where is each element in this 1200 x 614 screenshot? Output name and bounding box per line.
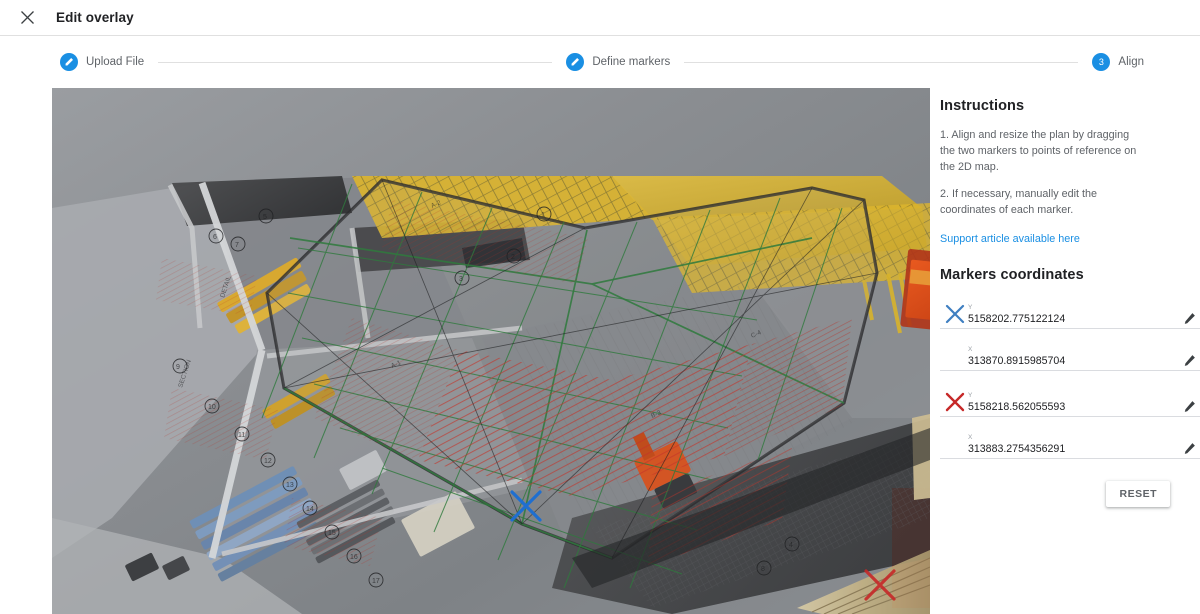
marker1-y-label: Y xyxy=(968,304,973,311)
step-number-badge: 3 xyxy=(1092,53,1111,71)
pencil-edit-icon xyxy=(1183,312,1196,325)
pencil-edit-icon xyxy=(1183,400,1196,413)
svg-text:8: 8 xyxy=(761,566,765,573)
close-button[interactable] xyxy=(14,5,40,31)
titlebar: Edit overlay xyxy=(0,0,1200,36)
marker1-x-field-row[interactable]: X xyxy=(940,341,1200,371)
content-area: 9 10 11 12 13 14 15 16 17 6 75 32 18 4 A-2 A-… xyxy=(0,88,1200,614)
svg-text:15: 15 xyxy=(328,530,336,537)
marker1-x-input[interactable] xyxy=(968,355,1180,368)
instructions-heading: Instructions xyxy=(940,98,1025,114)
marker-group-2: Y X xyxy=(940,387,1200,459)
svg-text:16: 16 xyxy=(350,554,358,561)
marker2-x-input[interactable] xyxy=(968,443,1180,456)
marker-group-1: Y X xyxy=(940,299,1200,371)
step-connector-2 xyxy=(684,61,1079,63)
close-icon xyxy=(20,10,35,25)
instruction-step-1: 1. Align and resize the plan by dragging… xyxy=(940,129,1137,173)
wizard-stepper: Upload File Define markers 3 Align xyxy=(0,36,1200,88)
page-title: Edit overlay xyxy=(56,10,134,25)
svg-text:11: 11 xyxy=(238,432,245,439)
svg-text:7: 7 xyxy=(235,242,239,249)
marker1-x-label: X xyxy=(968,346,973,353)
map-viewport[interactable]: 9 10 11 12 13 14 15 16 17 6 75 32 18 4 A-2 A-… xyxy=(52,88,930,614)
step-label-upload-file: Upload File xyxy=(86,56,145,68)
svg-text:9: 9 xyxy=(176,364,180,371)
svg-text:6: 6 xyxy=(213,234,217,241)
instruction-step-2: 2. If necessary, manually edit the coord… xyxy=(940,188,1098,216)
svg-text:17: 17 xyxy=(372,578,380,585)
step-upload-file[interactable]: Upload File xyxy=(60,53,144,71)
marker2-y-edit-button[interactable] xyxy=(1180,397,1198,415)
step-label-align: Align xyxy=(1118,56,1144,68)
pencil-edit-icon xyxy=(1183,442,1196,455)
pencil-icon-step2 xyxy=(566,53,585,71)
marker2-y-field-row[interactable]: Y xyxy=(940,387,1200,417)
pencil-icon-step1 xyxy=(60,53,78,71)
svg-text:10: 10 xyxy=(208,404,216,411)
step-define-markers[interactable]: Define markers xyxy=(566,53,670,71)
step-label-define-markers: Define markers xyxy=(592,56,671,68)
step-connector-1 xyxy=(158,61,553,63)
pencil-edit-icon xyxy=(1183,354,1196,367)
marker2-x-label: X xyxy=(968,434,973,441)
step-align[interactable]: 3 Align xyxy=(1092,53,1144,71)
marker1-y-input[interactable] xyxy=(968,313,1180,326)
marker2-y-label: Y xyxy=(968,392,973,399)
svg-text:2: 2 xyxy=(511,254,515,261)
marker2-y-input[interactable] xyxy=(968,401,1180,414)
reset-button[interactable]: RESET xyxy=(1106,481,1170,507)
svg-text:3: 3 xyxy=(459,276,463,283)
svg-text:5: 5 xyxy=(263,214,267,221)
marker1-y-edit-button[interactable] xyxy=(1180,309,1198,327)
marker2-x-edit-button[interactable] xyxy=(1180,439,1198,457)
svg-text:1: 1 xyxy=(541,212,545,219)
svg-text:13: 13 xyxy=(286,482,294,489)
reset-row: RESET xyxy=(940,481,1200,507)
side-panel: Instructions 1. Align and resize the pla… xyxy=(930,88,1200,614)
markers-coordinates-heading: Markers coordinates xyxy=(940,267,1084,283)
support-article-link[interactable]: Support article available here xyxy=(940,233,1080,245)
svg-text:12: 12 xyxy=(264,458,272,465)
marker2-x-field-row[interactable]: X xyxy=(940,429,1200,459)
marker1-y-field-row[interactable]: Y xyxy=(940,299,1200,329)
marker1-x-edit-button[interactable] xyxy=(1180,351,1198,369)
svg-text:14: 14 xyxy=(306,506,314,513)
aerial-photo-with-overlay[interactable]: 910 1112 1314 1516 176 75 32 18 4 A-2 A-… xyxy=(52,88,930,614)
svg-text:4: 4 xyxy=(789,542,793,549)
